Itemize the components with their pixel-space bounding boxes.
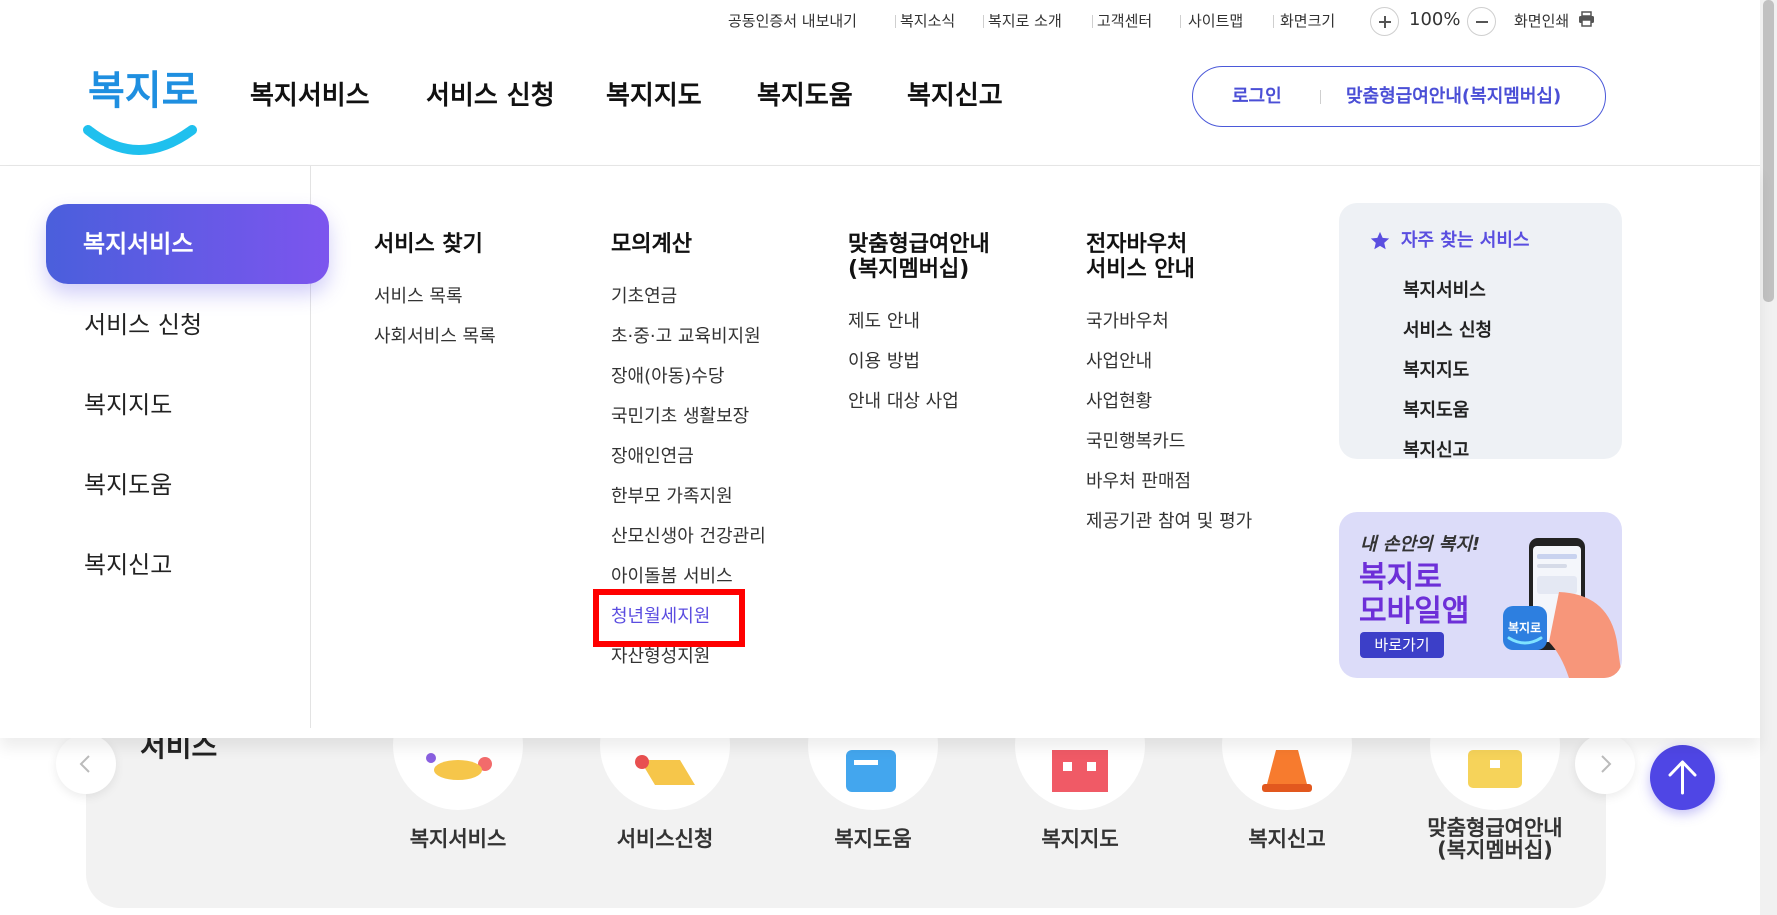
- favorite-link[interactable]: 복지서비스: [1403, 280, 1486, 302]
- favorite-link[interactable]: 복지지도: [1403, 360, 1469, 382]
- app-icon-text: 복지로: [1508, 620, 1541, 635]
- menu-link[interactable]: 제공기관 참여 및 평가: [1086, 511, 1252, 533]
- zoom-out-button[interactable]: [1467, 7, 1496, 36]
- menu-link[interactable]: 제도 안내: [848, 311, 920, 333]
- sidebar-item-welfare-report[interactable]: 복지신고: [84, 550, 172, 580]
- zoom-level: 100%: [1409, 9, 1461, 30]
- quick-service-label: 복지지도: [1041, 827, 1119, 851]
- nav-welfare-help[interactable]: 복지도움: [757, 80, 853, 112]
- screen-size-label: 화면크기: [1280, 12, 1336, 30]
- util-divider: [1273, 15, 1274, 28]
- arrow-up-icon: [1668, 760, 1697, 795]
- banner-title-line2: 모바일앱: [1359, 594, 1470, 629]
- about-link[interactable]: 복지로 소개: [988, 11, 1062, 31]
- menu-link[interactable]: 산모신생아 건강관리: [611, 526, 766, 548]
- quick-service-label: 맞춤형급여안내 (복지멤버십): [1427, 816, 1563, 862]
- menu-link[interactable]: 바우처 판매점: [1086, 471, 1191, 493]
- sidebar-item-welfare-service[interactable]: 복지서비스: [46, 204, 329, 284]
- menu-link[interactable]: 장애인연금: [611, 446, 694, 468]
- highlight-annotation: [593, 589, 745, 647]
- customer-center-link[interactable]: 고객센터: [1097, 11, 1152, 31]
- favorite-link[interactable]: 복지신고: [1403, 440, 1469, 462]
- nav-welfare-report[interactable]: 복지신고: [907, 80, 1003, 112]
- menu-link[interactable]: 초·중·고 교육비지원: [611, 326, 761, 348]
- menu-link[interactable]: 한부모 가족지원: [611, 486, 733, 508]
- banner-tagline: 내 손안의 복지!: [1360, 534, 1481, 555]
- login-membership-pill: 로그인 맞춤형급여안내(복지멤버십): [1192, 66, 1606, 127]
- column-title-service-search[interactable]: 서비스 찾기: [374, 232, 483, 257]
- util-divider: [1092, 15, 1093, 28]
- quick-service-label: 복지도움: [834, 827, 912, 851]
- scrollbar-thumb[interactable]: [1763, 0, 1774, 302]
- quick-service-label: 복지신고: [1248, 827, 1326, 851]
- column-title-voucher[interactable]: 전자바우처 서비스 안내: [1086, 232, 1195, 282]
- column-title-membership[interactable]: 맞춤형급여안내 (복지멤버십): [848, 232, 990, 282]
- favorite-link[interactable]: 복지도움: [1403, 400, 1469, 422]
- scroll-to-top-button[interactable]: [1650, 745, 1715, 810]
- membership-button[interactable]: 맞춤형급여안내(복지멤버십): [1346, 86, 1561, 108]
- star-icon: [1370, 231, 1390, 250]
- logo-text: 복지로: [88, 68, 198, 114]
- minus-icon: [1476, 21, 1488, 23]
- menu-link[interactable]: 자산형성지원: [611, 646, 710, 668]
- quick-service-label: 서비스신청: [616, 827, 714, 851]
- util-divider: [983, 15, 984, 28]
- util-divider: [1180, 15, 1181, 28]
- menu-link[interactable]: 아이돌봄 서비스: [611, 566, 733, 588]
- sidebar-item-welfare-help[interactable]: 복지도움: [84, 470, 172, 500]
- site-logo[interactable]: 복지로: [82, 58, 200, 170]
- utility-bar: 공동인증서 내보내기 복지소식 복지로 소개 고객센터 사이트맵 화면크기 10…: [0, 0, 1777, 42]
- quick-service-label: 복지서비스: [409, 827, 507, 851]
- menu-link[interactable]: 사업안내: [1086, 351, 1152, 373]
- mega-menu: 복지서비스 서비스 신청 복지지도 복지도움 복지신고 서비스 찾기 서비스 목…: [0, 166, 1760, 738]
- banner-title-line1: 복지로: [1359, 560, 1442, 595]
- menu-link[interactable]: 안내 대상 사업: [848, 391, 959, 413]
- mobile-app-banner[interactable]: 내 손안의 복지! 복지로 모바일앱 바로가기 복지로: [1339, 512, 1622, 678]
- util-divider: [895, 15, 896, 28]
- news-link[interactable]: 복지소식: [900, 11, 955, 31]
- menu-link[interactable]: 장애(아동)수당: [611, 366, 724, 388]
- sidebar-item-label: 복지서비스: [83, 230, 194, 258]
- printer-icon[interactable]: [1578, 11, 1595, 27]
- pill-divider: [1320, 90, 1321, 104]
- sidebar-item-welfare-map[interactable]: 복지지도: [84, 390, 172, 420]
- zoom-in-button[interactable]: [1370, 7, 1399, 36]
- banner-go-button[interactable]: 바로가기: [1360, 632, 1444, 658]
- favorites-title: 자주 찾는 서비스: [1401, 230, 1530, 251]
- menu-link[interactable]: 사회서비스 목록: [374, 326, 496, 348]
- menu-link[interactable]: 국민기초 생활보장: [611, 406, 749, 428]
- carousel-next-button[interactable]: [1575, 734, 1635, 794]
- carousel-prev-button[interactable]: [56, 734, 116, 794]
- nav-welfare-service[interactable]: 복지서비스: [250, 80, 370, 112]
- nav-welfare-map[interactable]: 복지지도: [606, 80, 702, 112]
- login-button[interactable]: 로그인: [1232, 86, 1282, 108]
- menu-link[interactable]: 기초연금: [611, 286, 677, 308]
- sidebar-item-service-apply[interactable]: 서비스 신청: [84, 310, 202, 340]
- menu-link[interactable]: 이용 방법: [848, 351, 920, 373]
- favorites-panel: 자주 찾는 서비스 복지서비스 서비스 신청 복지지도 복지도움 복지신고: [1339, 203, 1622, 462]
- chevron-right-icon: [1601, 755, 1612, 773]
- menu-link[interactable]: 사업현황: [1086, 391, 1152, 413]
- chevron-left-icon: [79, 755, 90, 773]
- menu-link[interactable]: 국민행복카드: [1086, 431, 1185, 453]
- column-title-simulation[interactable]: 모의계산: [611, 232, 692, 257]
- sitemap-link[interactable]: 사이트맵: [1188, 11, 1243, 31]
- menu-link[interactable]: 서비스 목록: [374, 286, 463, 308]
- nav-service-apply[interactable]: 서비스 신청: [426, 80, 555, 112]
- menu-link[interactable]: 국가바우처: [1086, 311, 1169, 333]
- print-link[interactable]: 화면인쇄: [1514, 11, 1569, 31]
- favorite-link[interactable]: 서비스 신청: [1403, 320, 1492, 342]
- cert-export-link[interactable]: 공동인증서 내보내기: [728, 11, 857, 31]
- phone-in-hand-icon: 복지로: [1503, 538, 1622, 678]
